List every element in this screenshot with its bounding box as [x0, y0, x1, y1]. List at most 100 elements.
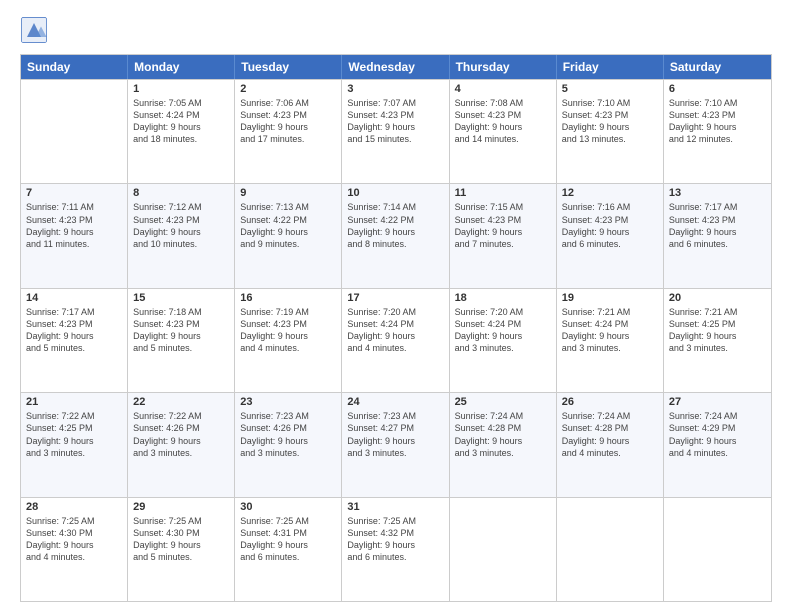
cal-cell-r0-c6: 6 Sunrise: 7:10 AM Sunset: 4:23 PM Daylig…	[664, 80, 771, 183]
cal-cell-r3-c0: 21Sunrise: 7:22 AM Sunset: 4:25 PM Dayli…	[21, 393, 128, 496]
cal-cell-r3-c1: 22 Sunrise: 7:22 AM Sunset: 4:26 PM Dayli…	[128, 393, 235, 496]
cal-cell-r3-c4: 25Sunrise: 7:24 AM Sunset: 4:28 PM Dayli…	[450, 393, 557, 496]
cell-info: Sunrise: 7:23 AM Sunset: 4:27 PM Dayligh…	[347, 410, 443, 459]
calendar: SundayMondayTuesdayWednesdayThursdayFrid…	[20, 54, 772, 602]
cal-cell-r4-c3: 31 Sunrise: 7:25 AM Sunset: 4:32 PM Dayli…	[342, 498, 449, 601]
day-number: 10	[347, 187, 443, 199]
day-number: 23	[240, 396, 336, 408]
day-number: 5	[562, 83, 658, 95]
cell-info: Sunrise: 7:25 AM Sunset: 4:32 PM Dayligh…	[347, 515, 443, 564]
cal-cell-r4-c2: 30 Sunrise: 7:25 AM Sunset: 4:31 PM Dayli…	[235, 498, 342, 601]
logo-icon	[20, 16, 48, 44]
calendar-row-1: 7 Sunrise: 7:11 AM Sunset: 4:23 PM Daylig…	[21, 183, 771, 287]
cal-cell-r1-c6: 13 Sunrise: 7:17 AM Sunset: 4:23 PM Dayli…	[664, 184, 771, 287]
header-day-sunday: Sunday	[21, 55, 128, 79]
cal-cell-r3-c2: 23 Sunrise: 7:23 AM Sunset: 4:26 PM Dayli…	[235, 393, 342, 496]
cell-info: Sunrise: 7:19 AM Sunset: 4:23 PM Dayligh…	[240, 306, 336, 355]
cell-info: Sunrise: 7:23 AM Sunset: 4:26 PM Dayligh…	[240, 410, 336, 459]
cell-info: Sunrise: 7:13 AM Sunset: 4:22 PM Dayligh…	[240, 201, 336, 250]
cal-cell-r1-c4: 11 Sunrise: 7:15 AM Sunset: 4:23 PM Dayli…	[450, 184, 557, 287]
cell-info: Sunrise: 7:07 AM Sunset: 4:23 PM Dayligh…	[347, 97, 443, 146]
day-number: 2	[240, 83, 336, 95]
header	[20, 16, 772, 44]
header-day-friday: Friday	[557, 55, 664, 79]
day-number: 1	[133, 83, 229, 95]
day-number: 25	[455, 396, 551, 408]
cell-info: Sunrise: 7:18 AM Sunset: 4:23 PM Dayligh…	[133, 306, 229, 355]
cell-info: Sunrise: 7:12 AM Sunset: 4:23 PM Dayligh…	[133, 201, 229, 250]
cell-info: Sunrise: 7:06 AM Sunset: 4:23 PM Dayligh…	[240, 97, 336, 146]
cal-cell-r1-c1: 8Sunrise: 7:12 AM Sunset: 4:23 PM Daylig…	[128, 184, 235, 287]
day-number: 11	[455, 187, 551, 199]
day-number: 7	[26, 187, 122, 199]
day-number: 19	[562, 292, 658, 304]
header-day-thursday: Thursday	[450, 55, 557, 79]
cal-cell-r4-c4	[450, 498, 557, 601]
day-number: 30	[240, 501, 336, 513]
cal-cell-r2-c3: 17 Sunrise: 7:20 AM Sunset: 4:24 PM Dayli…	[342, 289, 449, 392]
cal-cell-r0-c1: 1 Sunrise: 7:05 AM Sunset: 4:24 PM Daylig…	[128, 80, 235, 183]
day-number: 17	[347, 292, 443, 304]
page: SundayMondayTuesdayWednesdayThursdayFrid…	[0, 0, 792, 612]
calendar-row-0: 1 Sunrise: 7:05 AM Sunset: 4:24 PM Daylig…	[21, 79, 771, 183]
cell-info: Sunrise: 7:22 AM Sunset: 4:26 PM Dayligh…	[133, 410, 229, 459]
cal-cell-r2-c6: 20Sunrise: 7:21 AM Sunset: 4:25 PM Dayli…	[664, 289, 771, 392]
cell-info: Sunrise: 7:25 AM Sunset: 4:30 PM Dayligh…	[26, 515, 122, 564]
calendar-row-2: 14Sunrise: 7:17 AM Sunset: 4:23 PM Dayli…	[21, 288, 771, 392]
cell-info: Sunrise: 7:17 AM Sunset: 4:23 PM Dayligh…	[669, 201, 766, 250]
cell-info: Sunrise: 7:14 AM Sunset: 4:22 PM Dayligh…	[347, 201, 443, 250]
cal-cell-r3-c6: 27Sunrise: 7:24 AM Sunset: 4:29 PM Dayli…	[664, 393, 771, 496]
cell-info: Sunrise: 7:08 AM Sunset: 4:23 PM Dayligh…	[455, 97, 551, 146]
cal-cell-r3-c3: 24 Sunrise: 7:23 AM Sunset: 4:27 PM Dayli…	[342, 393, 449, 496]
day-number: 4	[455, 83, 551, 95]
day-number: 9	[240, 187, 336, 199]
cal-cell-r1-c3: 10 Sunrise: 7:14 AM Sunset: 4:22 PM Dayli…	[342, 184, 449, 287]
day-number: 22	[133, 396, 229, 408]
day-number: 18	[455, 292, 551, 304]
cal-cell-r2-c4: 18 Sunrise: 7:20 AM Sunset: 4:24 PM Dayli…	[450, 289, 557, 392]
calendar-body: 1 Sunrise: 7:05 AM Sunset: 4:24 PM Daylig…	[21, 79, 771, 601]
logo	[20, 16, 52, 44]
cell-info: Sunrise: 7:17 AM Sunset: 4:23 PM Dayligh…	[26, 306, 122, 355]
cell-info: Sunrise: 7:05 AM Sunset: 4:24 PM Dayligh…	[133, 97, 229, 146]
cell-info: Sunrise: 7:21 AM Sunset: 4:24 PM Dayligh…	[562, 306, 658, 355]
calendar-header: SundayMondayTuesdayWednesdayThursdayFrid…	[21, 55, 771, 79]
day-number: 28	[26, 501, 122, 513]
cal-cell-r2-c2: 16 Sunrise: 7:19 AM Sunset: 4:23 PM Dayli…	[235, 289, 342, 392]
cal-cell-r2-c1: 15 Sunrise: 7:18 AM Sunset: 4:23 PM Dayli…	[128, 289, 235, 392]
cal-cell-r1-c5: 12Sunrise: 7:16 AM Sunset: 4:23 PM Dayli…	[557, 184, 664, 287]
day-number: 29	[133, 501, 229, 513]
cell-info: Sunrise: 7:15 AM Sunset: 4:23 PM Dayligh…	[455, 201, 551, 250]
header-day-tuesday: Tuesday	[235, 55, 342, 79]
day-number: 31	[347, 501, 443, 513]
calendar-row-3: 21Sunrise: 7:22 AM Sunset: 4:25 PM Dayli…	[21, 392, 771, 496]
cal-cell-r0-c2: 2 Sunrise: 7:06 AM Sunset: 4:23 PM Daylig…	[235, 80, 342, 183]
cal-cell-r0-c5: 5Sunrise: 7:10 AM Sunset: 4:23 PM Daylig…	[557, 80, 664, 183]
cal-cell-r4-c6	[664, 498, 771, 601]
cell-info: Sunrise: 7:11 AM Sunset: 4:23 PM Dayligh…	[26, 201, 122, 250]
cal-cell-r1-c2: 9 Sunrise: 7:13 AM Sunset: 4:22 PM Daylig…	[235, 184, 342, 287]
cell-info: Sunrise: 7:20 AM Sunset: 4:24 PM Dayligh…	[455, 306, 551, 355]
cell-info: Sunrise: 7:21 AM Sunset: 4:25 PM Dayligh…	[669, 306, 766, 355]
day-number: 13	[669, 187, 766, 199]
cal-cell-r0-c4: 4 Sunrise: 7:08 AM Sunset: 4:23 PM Daylig…	[450, 80, 557, 183]
cell-info: Sunrise: 7:24 AM Sunset: 4:28 PM Dayligh…	[562, 410, 658, 459]
cal-cell-r2-c0: 14Sunrise: 7:17 AM Sunset: 4:23 PM Dayli…	[21, 289, 128, 392]
cal-cell-r4-c5	[557, 498, 664, 601]
cal-cell-r4-c1: 29 Sunrise: 7:25 AM Sunset: 4:30 PM Dayli…	[128, 498, 235, 601]
header-day-monday: Monday	[128, 55, 235, 79]
header-day-saturday: Saturday	[664, 55, 771, 79]
day-number: 16	[240, 292, 336, 304]
cell-info: Sunrise: 7:25 AM Sunset: 4:30 PM Dayligh…	[133, 515, 229, 564]
day-number: 27	[669, 396, 766, 408]
cell-info: Sunrise: 7:25 AM Sunset: 4:31 PM Dayligh…	[240, 515, 336, 564]
cell-info: Sunrise: 7:16 AM Sunset: 4:23 PM Dayligh…	[562, 201, 658, 250]
cell-info: Sunrise: 7:10 AM Sunset: 4:23 PM Dayligh…	[669, 97, 766, 146]
header-day-wednesday: Wednesday	[342, 55, 449, 79]
day-number: 15	[133, 292, 229, 304]
day-number: 3	[347, 83, 443, 95]
day-number: 6	[669, 83, 766, 95]
day-number: 24	[347, 396, 443, 408]
cell-info: Sunrise: 7:20 AM Sunset: 4:24 PM Dayligh…	[347, 306, 443, 355]
cal-cell-r4-c0: 28 Sunrise: 7:25 AM Sunset: 4:30 PM Dayli…	[21, 498, 128, 601]
